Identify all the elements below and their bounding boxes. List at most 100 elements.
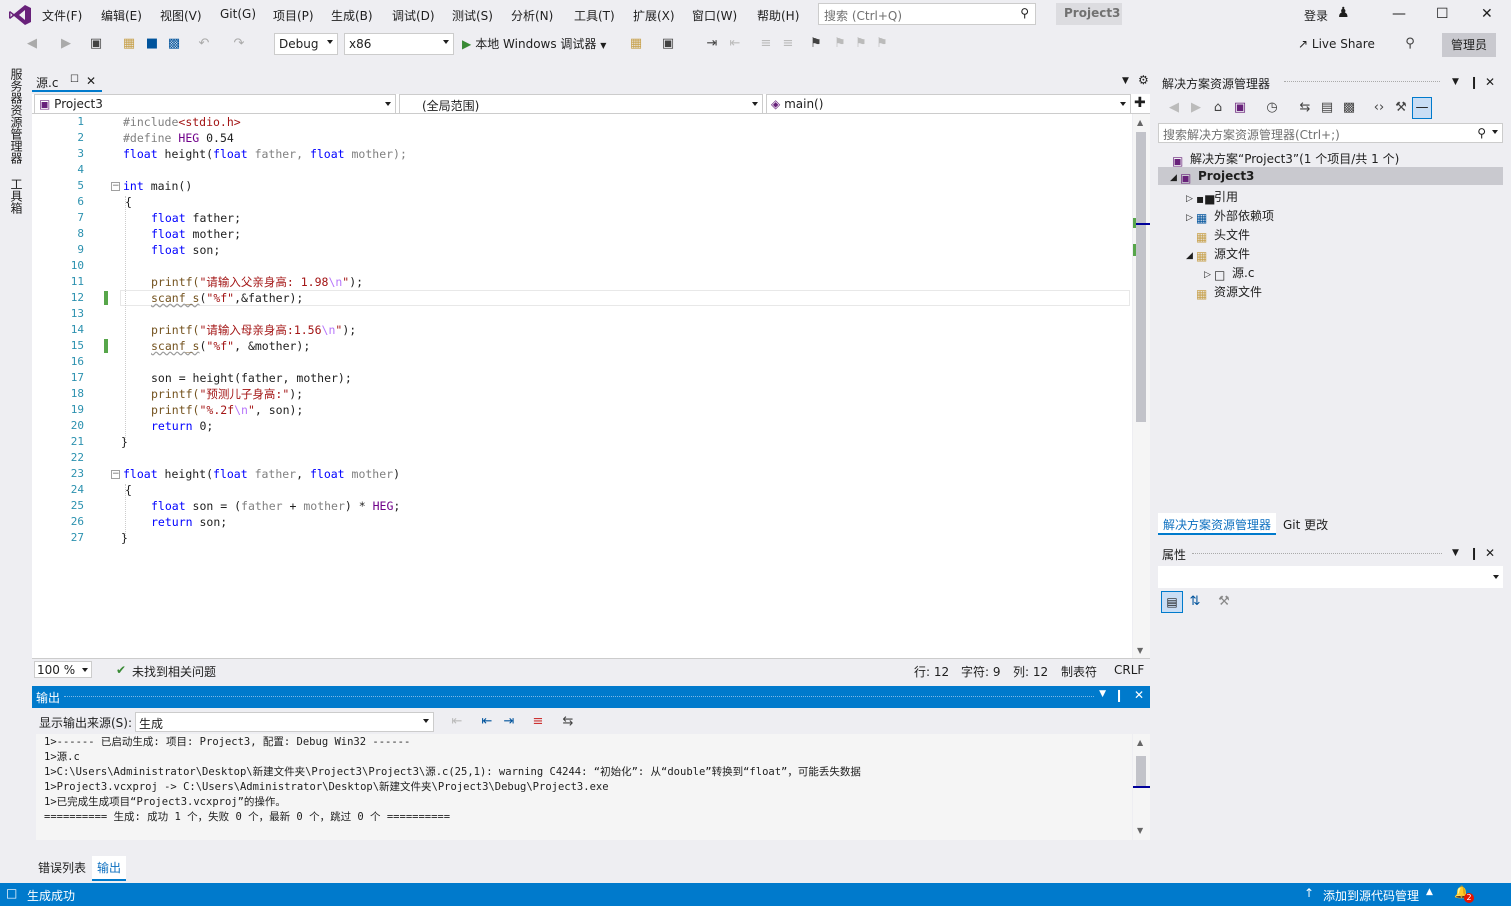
col-indicator[interactable]: 列: 12 — [1013, 663, 1048, 680]
preview-icon[interactable]: — — [1412, 97, 1432, 119]
redo-icon[interactable]: ↷ — [231, 36, 247, 52]
menu-item[interactable]: 窗口(W) — [692, 7, 737, 24]
document-tab[interactable]: 源.c ☐ ✕ — [32, 72, 102, 92]
next-message-icon[interactable]: ⇥ — [501, 714, 517, 730]
categorized-icon[interactable]: ▤ — [1161, 591, 1183, 613]
home-icon[interactable]: ⌂ — [1210, 100, 1226, 116]
menu-item[interactable]: 测试(S) — [452, 7, 493, 24]
menu-item[interactable]: Git(G) — [220, 7, 256, 21]
dropdown-icon[interactable]: ▼ — [1452, 548, 1459, 558]
save-all-icon[interactable]: ▩ — [166, 36, 182, 52]
back-icon[interactable]: ◀ — [1166, 100, 1182, 116]
clear-bookmark-icon[interactable]: ⚑ — [874, 36, 890, 52]
pin-icon[interactable]: ☐ — [70, 74, 79, 85]
pin-icon[interactable]: ❙ — [1469, 546, 1479, 560]
char-indicator[interactable]: 字符: 9 — [961, 663, 1001, 680]
menu-item[interactable]: 调试(D) — [392, 7, 435, 24]
alphabetical-icon[interactable]: ⇅ — [1187, 594, 1203, 610]
add-to-source-control-button[interactable]: 添加到源代码管理 — [1323, 887, 1419, 904]
zoom-select[interactable]: 100 % — [34, 661, 92, 678]
prev-bookmark-icon[interactable]: ⚑ — [832, 36, 848, 52]
collapse-icon[interactable]: − — [111, 470, 120, 479]
output-source-select[interactable]: 生成 — [135, 712, 434, 732]
tree-references[interactable]: ▷ ▪■引用 — [1186, 188, 1238, 206]
tab-error-list[interactable]: 错误列表 — [36, 858, 88, 877]
close-icon[interactable]: ✕ — [1134, 688, 1144, 702]
minimize-icon[interactable]: — — [1392, 6, 1406, 22]
tab-dropdown-icon[interactable]: ▼ — [1122, 76, 1129, 86]
show-all-files-icon[interactable]: ▩ — [1341, 100, 1357, 116]
feedback-icon[interactable]: ⚲ — [1402, 36, 1418, 52]
menu-item[interactable]: 生成(B) — [331, 7, 373, 24]
scroll-up-icon[interactable]: ▲ — [1137, 738, 1143, 747]
tree-resource-files[interactable]: ▦ 资源文件 — [1196, 283, 1262, 301]
chevron-up-icon[interactable]: ▲ — [1426, 887, 1433, 897]
menu-item[interactable]: 工具(T) — [574, 7, 615, 24]
comment-icon[interactable]: ≡ — [758, 36, 774, 52]
tab-solution-explorer[interactable]: 解决方案资源管理器 — [1158, 513, 1276, 535]
scroll-up-icon[interactable]: ▲ — [1137, 118, 1143, 127]
menu-item[interactable]: 编辑(E) — [101, 7, 142, 24]
menu-item[interactable]: 项目(P) — [273, 7, 314, 24]
close-icon[interactable]: ✕ — [1485, 75, 1495, 89]
maximize-icon[interactable]: ☐ — [1436, 6, 1449, 22]
issues-status[interactable]: 未找到相关问题 — [132, 663, 216, 680]
next-bookmark-icon[interactable]: ⚑ — [853, 36, 869, 52]
collapse-icon[interactable]: − — [111, 182, 120, 191]
open-folder-icon[interactable]: ▦ — [121, 36, 137, 52]
tree-header-files[interactable]: ▦ 头文件 — [1196, 226, 1250, 244]
toolbox-tab[interactable]: 工具箱 — [8, 178, 25, 214]
tab-output[interactable]: 输出 — [92, 856, 127, 881]
scroll-thumb[interactable] — [1136, 756, 1146, 786]
pending-changes-icon[interactable]: ◷ — [1264, 100, 1280, 116]
menu-item[interactable]: 扩展(X) — [633, 7, 675, 24]
account-icon[interactable]: ♟ — [1337, 5, 1350, 21]
switch-view-icon[interactable]: ▣ — [1232, 100, 1248, 116]
solution-search-input[interactable]: 搜索解决方案资源管理器(Ctrl+;) ⚲ — [1158, 123, 1503, 143]
editor-scrollbar[interactable]: ▲ ▼ — [1133, 114, 1150, 658]
new-project-icon[interactable]: ▣ — [88, 36, 104, 52]
collapse-all-icon[interactable]: ▤ — [1319, 100, 1335, 116]
dropdown-icon[interactable]: ▼ — [1452, 77, 1459, 87]
nav-scope-select[interactable]: (全局范围) — [399, 94, 763, 114]
properties-wrench-icon[interactable]: ⚒ — [1393, 100, 1409, 116]
menu-item[interactable]: 分析(N) — [511, 7, 553, 24]
tree-solution[interactable]: ▣ 解决方案“Project3”(1 个项目/共 1 个) — [1172, 150, 1399, 168]
back-icon[interactable]: ◀ — [24, 36, 40, 52]
tabs-indicator[interactable]: 制表符 — [1061, 663, 1097, 680]
pin-icon[interactable]: ❙ — [1469, 75, 1479, 89]
settings-gear-icon[interactable]: ⚙ — [1138, 73, 1149, 87]
step-over-icon[interactable]: ⇤ — [727, 36, 743, 52]
split-icon[interactable]: ✚ — [1134, 95, 1146, 111]
prev-message-icon[interactable]: ⇤ — [479, 714, 495, 730]
row-indicator[interactable]: 行: 12 — [914, 663, 949, 680]
word-wrap-icon[interactable]: ⇆ — [560, 714, 576, 730]
login-link[interactable]: 登录 — [1304, 7, 1328, 24]
tree-project[interactable]: ◢ ▣ Project3 — [1170, 169, 1254, 185]
scroll-down-icon[interactable]: ▼ — [1137, 826, 1143, 835]
uncomment-icon[interactable]: ≡ — [780, 36, 796, 52]
forward-icon[interactable]: ▶ — [58, 36, 74, 52]
search-input[interactable]: 搜索 (Ctrl+Q) ⚲ — [818, 3, 1036, 25]
menu-item[interactable]: 帮助(H) — [757, 7, 799, 24]
hot-reload-icon[interactable]: ▣ — [660, 36, 676, 52]
bookmark-icon[interactable]: ⚑ — [808, 36, 824, 52]
sync-icon[interactable]: ⇆ — [1297, 100, 1313, 116]
config-select[interactable]: Debug — [274, 33, 338, 55]
save-icon[interactable]: ■ — [144, 36, 160, 52]
tree-external-deps[interactable]: ▷ ▦ 外部依赖项 — [1186, 207, 1274, 225]
dropdown-icon[interactable]: ▼ — [1099, 689, 1106, 699]
eol-indicator[interactable]: CRLF — [1114, 663, 1144, 677]
step-icon[interactable]: ⇥ — [704, 36, 720, 52]
server-explorer-tab[interactable]: 服务器资源管理器 — [8, 68, 25, 164]
browse-folder-icon[interactable]: ▦ — [628, 36, 644, 52]
output-scrollbar[interactable]: ▲ ▼ — [1133, 734, 1150, 840]
close-icon[interactable]: ✕ — [1485, 546, 1495, 560]
scroll-thumb[interactable] — [1136, 132, 1146, 422]
close-tab-icon[interactable]: ✕ — [86, 74, 96, 88]
tree-source-file[interactable]: ▷ □ 源.c — [1204, 264, 1254, 282]
nav-member-select[interactable]: ◈ main() — [766, 94, 1131, 114]
start-debug-button[interactable]: ▶ 本地 Windows 调试器 ▼ — [462, 35, 606, 52]
properties-object-select[interactable] — [1158, 566, 1503, 588]
close-icon[interactable]: ✕ — [1481, 6, 1493, 22]
